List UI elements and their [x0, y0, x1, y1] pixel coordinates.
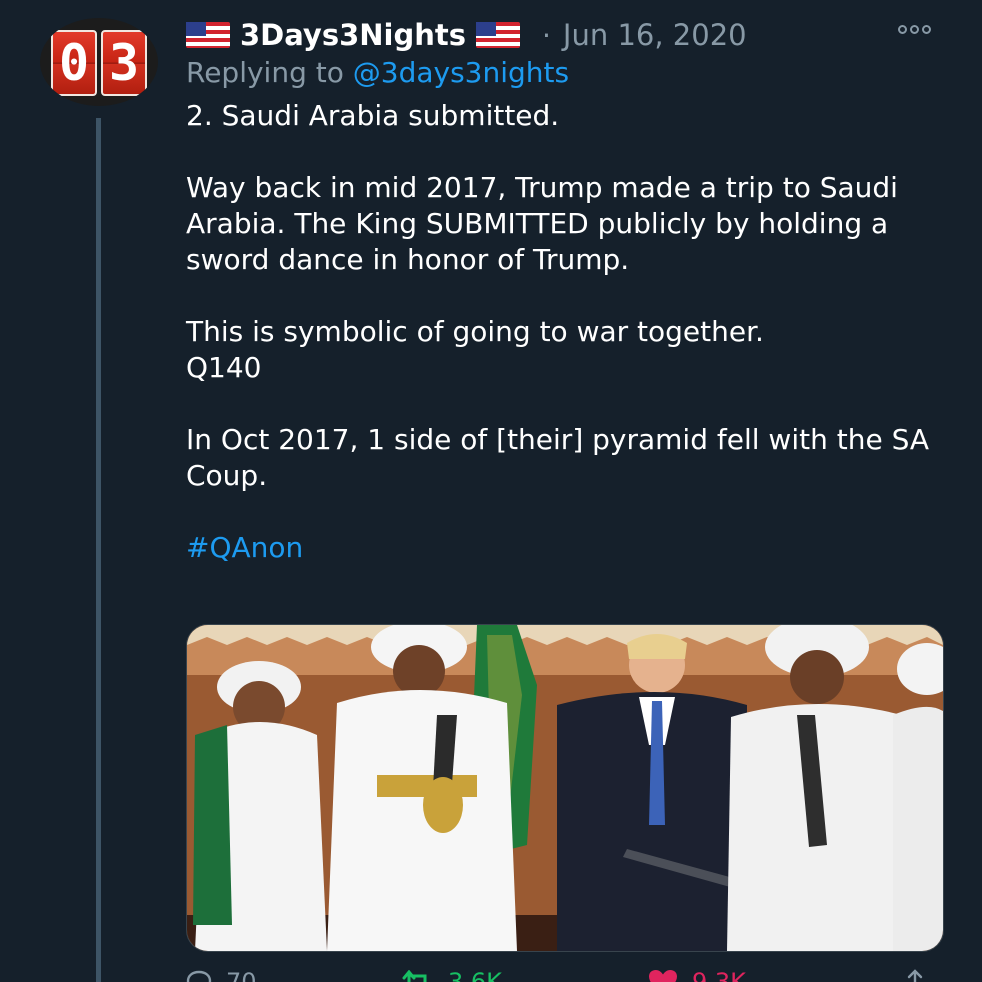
heart-icon	[649, 970, 677, 982]
tweet-date[interactable]: Jun 16, 2020	[563, 18, 747, 52]
tweet-line: Q140	[186, 351, 262, 384]
hashtag-link[interactable]: #QAnon	[186, 530, 966, 566]
tweet-line: This is symbolic of going to war togethe…	[186, 315, 764, 348]
tweet-actions: 70 3.6K 9.3K	[186, 964, 946, 982]
replying-to: Replying to @3days3nights	[186, 56, 569, 89]
share-icon	[907, 969, 923, 982]
avatar[interactable]: 0 3	[40, 18, 158, 106]
replying-prefix: Replying to	[186, 56, 344, 89]
retweet-button[interactable]: 3.6K	[400, 968, 502, 982]
like-count: 9.3K	[692, 968, 746, 982]
more-options-icon[interactable]	[898, 25, 931, 34]
tweet-header: 3Days3Nights · Jun 16, 2020	[186, 14, 747, 56]
retweet-icon	[402, 970, 427, 982]
reply-handle-link[interactable]: @3days3nights	[353, 56, 569, 89]
tweet-paragraph: Way back in mid 2017, Trump made a trip …	[186, 171, 898, 276]
avatar-digit: 0	[51, 30, 97, 96]
retweet-count: 3.6K	[448, 968, 502, 982]
like-button[interactable]: 9.3K	[648, 968, 746, 982]
thread-line	[96, 118, 101, 982]
share-button[interactable]	[902, 968, 928, 982]
separator-dot: ·	[542, 18, 551, 52]
avatar-digit: 3	[101, 30, 147, 96]
tweet-line: 2. Saudi Arabia submitted.	[186, 99, 560, 132]
reply-icon	[186, 970, 212, 982]
us-flag-icon	[476, 22, 521, 48]
reply-count: 70	[226, 968, 257, 982]
tweet-paragraph: In Oct 2017, 1 side of [their] pyramid f…	[186, 423, 930, 492]
reply-button[interactable]: 70	[186, 968, 257, 982]
tweet-text: 2. Saudi Arabia submitted. Way back in m…	[186, 98, 966, 566]
sword-dance-photo	[187, 625, 943, 951]
display-name[interactable]: 3Days3Nights	[240, 18, 466, 52]
us-flag-icon	[186, 22, 230, 48]
tweet-photo[interactable]	[186, 624, 944, 952]
